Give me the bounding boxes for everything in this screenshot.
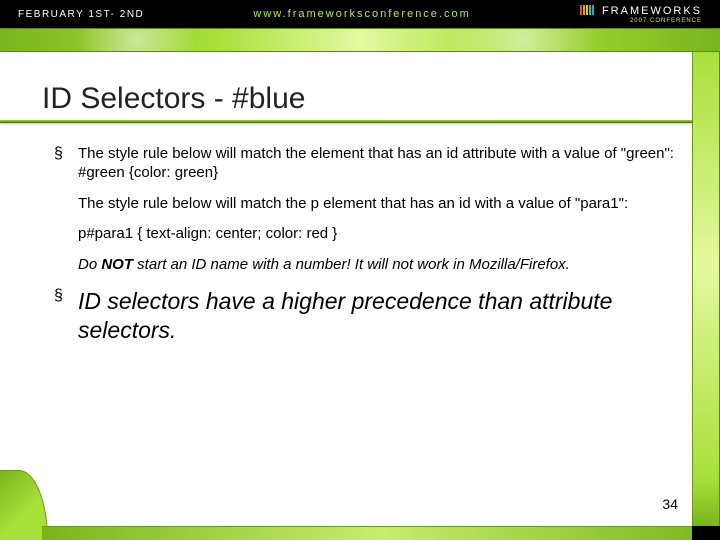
bullet1-code2: p#para1 { text-align: center; color: red… xyxy=(78,225,682,244)
slide-content: ID Selectors - #blue The style rule belo… xyxy=(0,52,692,526)
header-bar: FEBRUARY 1ST- 2ND www.frameworksconferen… xyxy=(0,0,720,28)
decorative-strip xyxy=(0,28,720,52)
header-logo: FRAMEWORKS 2007 CONFERENCE xyxy=(580,5,702,24)
page-number: 34 xyxy=(662,496,678,512)
bullet2-text: ID selectors have a higher precedence th… xyxy=(78,287,682,345)
slide-title: ID Selectors - #blue xyxy=(42,82,682,116)
title-underline xyxy=(0,120,692,123)
bullet1-note: Do NOT start an ID name with a number! I… xyxy=(78,256,682,275)
decorative-side-right xyxy=(692,52,720,526)
decorative-bottom xyxy=(42,526,720,540)
bullet1-para2: The style rule below will match the p el… xyxy=(78,195,628,212)
bullet-item-2: ID selectors have a higher precedence th… xyxy=(54,287,682,345)
bullet1-code1: #green {color: green} xyxy=(78,164,218,181)
bullet1-para1: The style rule below will match the elem… xyxy=(78,145,674,162)
logo-bars-icon xyxy=(580,5,595,18)
brand-text: FRAMEWORKS xyxy=(602,5,702,17)
header-date: FEBRUARY 1ST- 2ND xyxy=(18,9,144,20)
header-url: www.frameworksconference.com xyxy=(144,8,580,20)
decorative-corner-br xyxy=(692,526,720,540)
bullet-list: The style rule below will match the elem… xyxy=(42,145,682,344)
bullet-item-1: The style rule below will match the elem… xyxy=(54,145,682,275)
brand-subtext: 2007 CONFERENCE xyxy=(580,18,702,24)
